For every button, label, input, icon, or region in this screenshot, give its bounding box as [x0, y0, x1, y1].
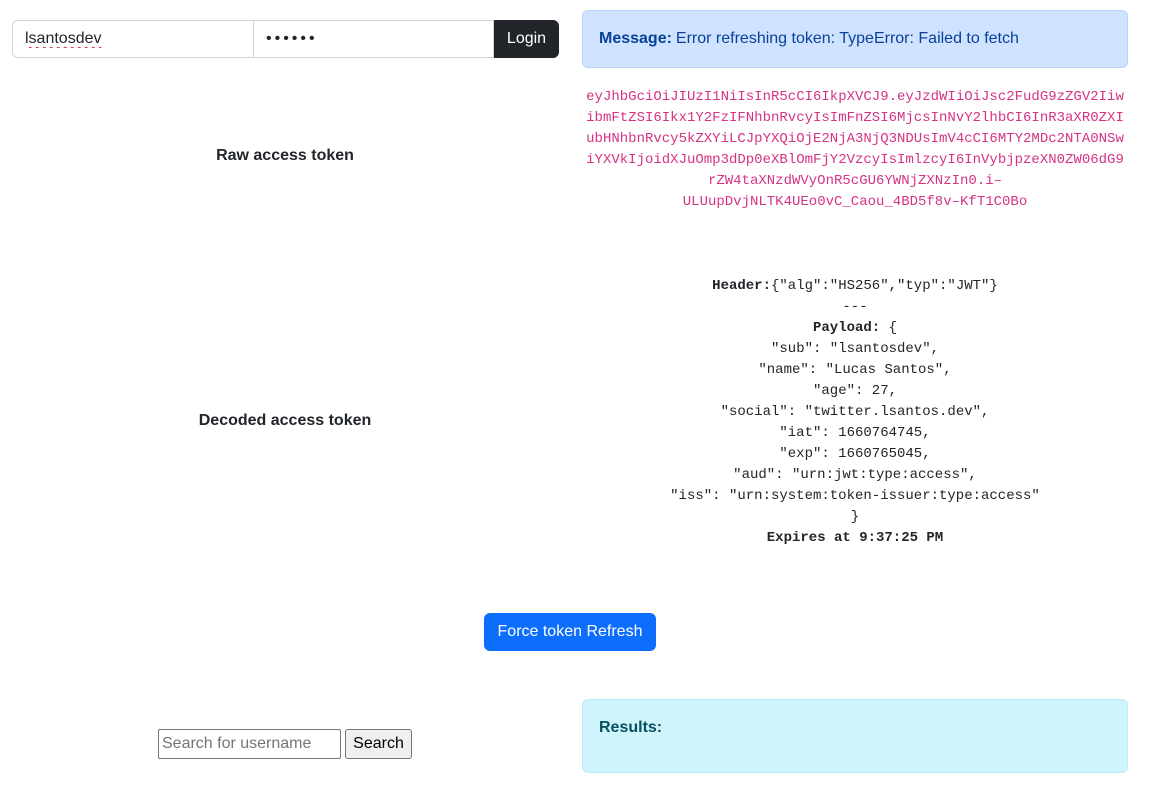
force-refresh-button[interactable]: Force token Refresh: [484, 613, 656, 651]
login-form: Login: [12, 20, 559, 58]
search-input[interactable]: [158, 729, 341, 759]
payload-line: Payload: {: [582, 318, 1128, 339]
message-alert: Message: Error refreshing token: TypeErr…: [582, 10, 1128, 68]
payload-field: "social": "twitter.lsantos.dev",: [720, 404, 990, 420]
payload-field: "aud": "urn:jwt:type:access",: [733, 467, 977, 483]
results-label: Results:: [599, 719, 663, 736]
raw-token-line: ibmFtZSI6Ikx1Y2FzIFNhbnRvcyIsImFnZSI6Mjc…: [586, 110, 1124, 126]
search-button[interactable]: Search: [345, 729, 412, 759]
raw-token-line: ULUupDvjNLTK4UEo0vC_Caou_4BD5f8v–KfT1C0B…: [682, 194, 1028, 210]
message-prefix: Message:: [599, 30, 672, 47]
raw-token-value: eyJhbGciOiJIUzI1NiIsInR5cCI6IkpXVCJ9.eyJ…: [582, 87, 1128, 213]
payload-field: "iat": 1660764745,: [779, 425, 931, 441]
username-input[interactable]: [12, 20, 254, 58]
login-button[interactable]: Login: [494, 20, 559, 58]
raw-token-line: rZW4taXNzdWVyOnR5cGU6YWNjZXNzIn0.i–: [707, 173, 1003, 189]
results-alert: Results:: [582, 699, 1128, 773]
raw-token-line: eyJhbGciOiJIUzI1NiIsInR5cCI6IkpXVCJ9.eyJ…: [586, 89, 1124, 105]
decoded-token-label: Decoded access token: [198, 412, 372, 429]
payload-field: "iss": "urn:system:token-issuer:type:acc…: [670, 488, 1040, 504]
raw-token-label: Raw access token: [216, 147, 354, 164]
payload-close: }: [850, 509, 860, 525]
password-input[interactable]: [254, 20, 494, 58]
header-label: Header:: [712, 278, 771, 294]
decoded-token-value: Header:{"alg":"HS256","typ":"JWT"} --- P…: [582, 276, 1128, 549]
payload-field: "age": 27,: [812, 383, 897, 399]
payload-field: "name": "Lucas Santos",: [758, 362, 952, 378]
raw-token-line: ubHNhbnRvcy5kZXYiLCJpYXQiOjE2NjA3NjQ3NDU…: [586, 131, 1124, 147]
payload-label: Payload:: [812, 320, 881, 336]
message-text: Error refreshing token: TypeError: Faile…: [675, 30, 1019, 47]
separator: ---: [842, 299, 868, 315]
payload-field: "exp": 1660765045,: [779, 446, 931, 462]
decoded-header-line: Header:{"alg":"HS256","typ":"JWT"}: [582, 276, 1128, 297]
expires-at: Expires at 9:37:25 PM: [766, 530, 944, 546]
payload-field: "sub": "lsantosdev",: [770, 341, 940, 357]
header-value: {"alg":"HS256","typ":"JWT"}: [770, 278, 998, 294]
payload-open: {: [880, 320, 898, 336]
raw-token-line: iYXVkIjoidXJuOmp3dDp0eXBlOmFjY2VzcyIsIml…: [586, 152, 1124, 168]
